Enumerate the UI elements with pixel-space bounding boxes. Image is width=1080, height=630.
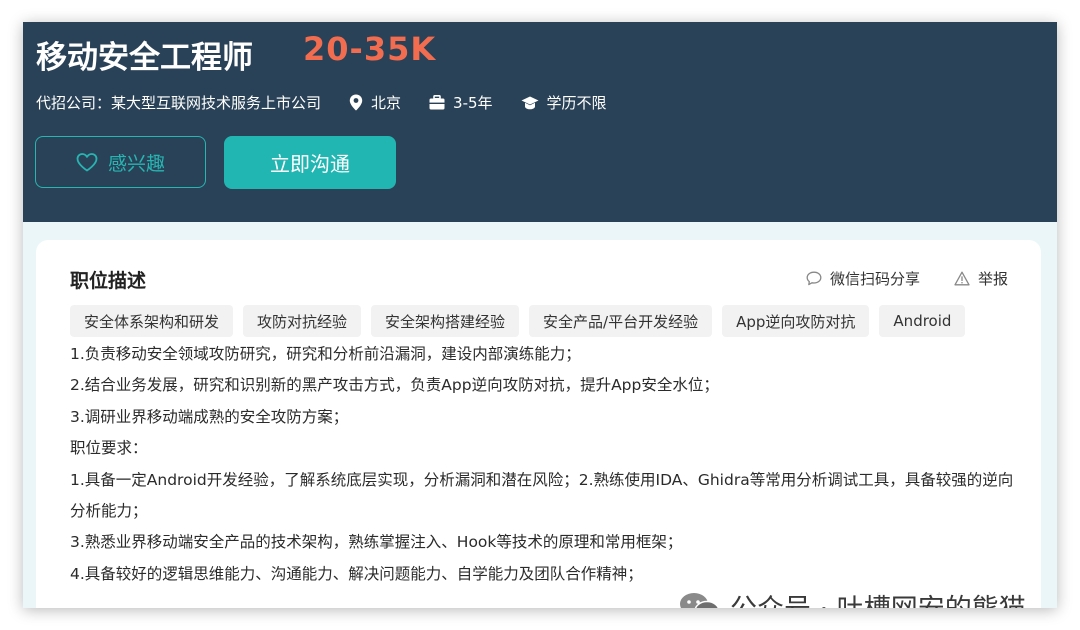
section-title: 职位描述 bbox=[70, 270, 147, 292]
job-detail-window: 移动安全工程师 20-35K 代招公司：某大型互联网技术服务上市公司 北京 3- bbox=[23, 22, 1057, 608]
job-description-card: 职位描述 微信扫码分享 举报 安全体系架构和研发 攻防对抗经验 安全架构搭建经验 bbox=[36, 240, 1041, 608]
skill-tag: 安全体系架构和研发 bbox=[70, 305, 234, 337]
job-title: 移动安全工程师 bbox=[36, 40, 253, 76]
job-header: 移动安全工程师 20-35K 代招公司：某大型互联网技术服务上市公司 北京 3- bbox=[23, 22, 1057, 222]
job-description-text: 1.负责移动安全领域攻防研究，研究和分析前沿漏洞，建设内部演练能力； 2.结合业… bbox=[70, 339, 1020, 590]
briefcase-icon bbox=[429, 95, 445, 110]
skill-tag: Android bbox=[879, 305, 966, 337]
interest-button-label: 感兴趣 bbox=[107, 152, 165, 175]
location-info: 北京 bbox=[349, 92, 401, 113]
interest-button[interactable]: 感兴趣 bbox=[35, 136, 206, 188]
description-line: 2.结合业务发展，研究和识别新的黑产攻击方式，负责App逆向攻防对抗，提升App… bbox=[70, 376, 719, 395]
wechat-share-label: 微信扫码分享 bbox=[829, 270, 920, 288]
watermark: 公众号 · 吐槽网安的熊猫 bbox=[678, 587, 1026, 608]
description-line: 1.具备一定Android开发经验，了解系统底层实现，分析漏洞和潜在风险；2.熟… bbox=[70, 470, 1014, 521]
company-info: 代招公司：某大型互联网技术服务上市公司 bbox=[36, 92, 321, 113]
wechat-share-link[interactable]: 微信扫码分享 bbox=[806, 268, 920, 289]
experience-label: 3-5年 bbox=[453, 94, 493, 112]
experience-info: 3-5年 bbox=[429, 92, 493, 113]
skill-tag: 攻防对抗经验 bbox=[243, 305, 362, 337]
company-label: 代招公司：某大型互联网技术服务上市公司 bbox=[36, 94, 322, 112]
education-info: 学历不限 bbox=[521, 92, 607, 113]
job-meta: 代招公司：某大型互联网技术服务上市公司 北京 3-5年 学历不限 bbox=[36, 92, 635, 113]
description-line: 3.调研业界移动端成熟的安全攻防方案； bbox=[70, 407, 349, 426]
card-actions: 微信扫码分享 举报 bbox=[806, 268, 1008, 289]
skill-tags: 安全体系架构和研发 攻防对抗经验 安全架构搭建经验 安全产品/平台开发经验 Ap… bbox=[70, 305, 975, 337]
report-label: 举报 bbox=[977, 270, 1008, 288]
location-label: 北京 bbox=[371, 94, 402, 112]
description-line: 3.熟悉业界移动端安全产品的技术架构，熟练掌握注入、Hook等技术的原理和常用框… bbox=[70, 533, 683, 552]
watermark-text: 公众号 · 吐槽网安的熊猫 bbox=[730, 587, 1026, 608]
skill-tag: 安全产品/平台开发经验 bbox=[529, 305, 713, 337]
graduation-cap-icon bbox=[521, 96, 539, 109]
location-pin-icon bbox=[349, 94, 363, 111]
wechat-icon bbox=[680, 592, 720, 608]
report-link[interactable]: 举报 bbox=[954, 268, 1008, 289]
warning-icon bbox=[954, 271, 970, 286]
heart-icon bbox=[76, 152, 98, 171]
salary: 20-35K bbox=[303, 30, 437, 68]
requirements-heading: 职位要求： bbox=[70, 439, 148, 458]
chat-bubble-icon bbox=[806, 271, 822, 286]
skill-tag: App逆向攻防对抗 bbox=[722, 305, 870, 337]
education-label: 学历不限 bbox=[546, 94, 607, 112]
description-line: 1.负责移动安全领域攻防研究，研究和分析前沿漏洞，建设内部演练能力； bbox=[70, 345, 581, 363]
chat-now-button[interactable]: 立即沟通 bbox=[224, 136, 396, 189]
chat-now-button-label: 立即沟通 bbox=[270, 152, 350, 176]
description-line: 4.具备较好的逻辑思维能力、沟通能力、解决问题能力、自学能力及团队合作精神； bbox=[70, 564, 643, 583]
skill-tag: 安全架构搭建经验 bbox=[371, 305, 520, 337]
